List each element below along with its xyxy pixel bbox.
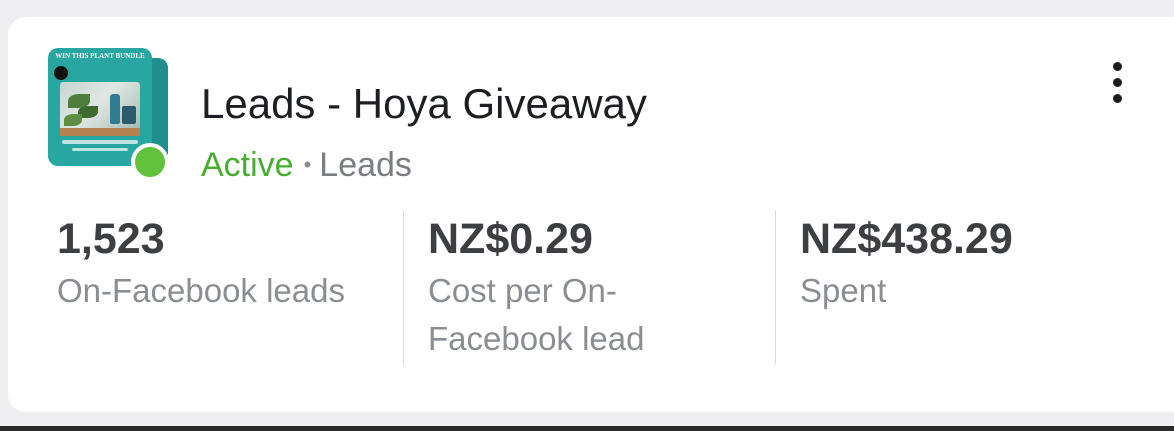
- metric-value: 1,523: [57, 215, 165, 263]
- metric-divider: [775, 210, 776, 365]
- metric-spent: NZ$438.29 Spent: [800, 215, 1140, 315]
- objective-label: Leads: [319, 146, 412, 184]
- separator-dot: •: [303, 152, 312, 177]
- metric-divider: [403, 210, 404, 365]
- status-label: Active: [201, 146, 294, 184]
- metric-value: NZ$438.29: [800, 215, 1013, 263]
- campaign-subtitle: Active • Leads: [201, 146, 412, 185]
- metric-value: NZ$0.29: [428, 215, 593, 263]
- metric-label: Cost per On-Facebook lead: [428, 272, 645, 357]
- campaign-title[interactable]: Leads - Hoya Giveaway: [201, 80, 647, 128]
- active-status-dot: [131, 143, 169, 181]
- thumbnail-caption: [62, 140, 138, 144]
- metric-label: On-Facebook leads: [57, 272, 345, 309]
- thumbnail-caption: [72, 148, 128, 151]
- plant-leaf: [64, 114, 82, 126]
- metric-leads: 1,523 On-Facebook leads: [57, 215, 392, 315]
- table-graphic: [60, 128, 140, 136]
- thumbnail-badge: [54, 66, 68, 80]
- metric-cost-per-lead: NZ$0.29 Cost per On-Facebook lead: [428, 215, 728, 363]
- pot-graphic: [122, 106, 136, 124]
- metric-label: Spent: [800, 272, 887, 309]
- more-vertical-icon[interactable]: [1104, 62, 1132, 106]
- bottom-border: [0, 426, 1174, 431]
- thumbnail-banner: WIN THIS PLANT BUNDLE: [55, 52, 145, 60]
- bottle-graphic: [110, 94, 120, 124]
